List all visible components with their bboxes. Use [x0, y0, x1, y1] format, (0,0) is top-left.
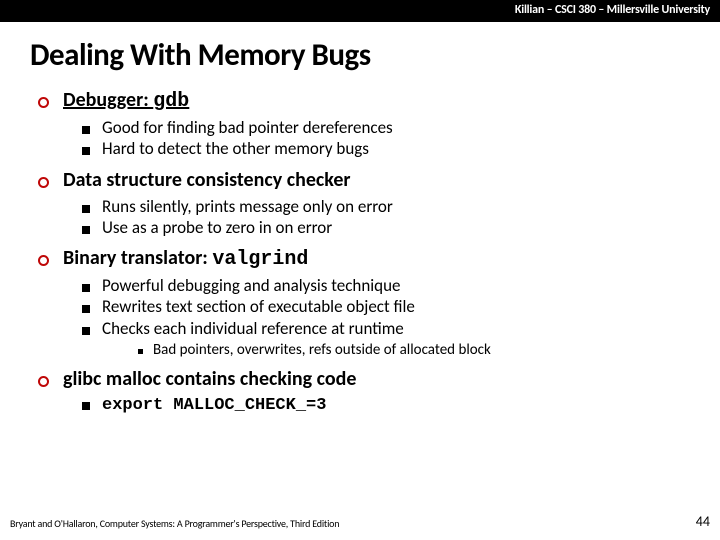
page-number: 44: [696, 513, 710, 530]
sub-list: export MALLOC_CHECK_=3: [38, 395, 690, 416]
sub-list: Runs silently, prints message only on er…: [38, 196, 690, 239]
sub-list: Powerful debugging and analysis techniqu…: [38, 275, 690, 359]
sub-item: export MALLOC_CHECK_=3: [82, 395, 690, 416]
subsub-list: Bad pointers, overwrites, refs outside o…: [102, 341, 690, 359]
small-square-bullet-icon: [138, 349, 143, 354]
bullet-list: Debugger: gdb Good for finding bad point…: [30, 88, 690, 416]
item-heading: Data structure consistency checker: [63, 168, 351, 192]
sub-item: Good for finding bad pointer dereference…: [82, 117, 690, 138]
list-item: glibc malloc contains checking code expo…: [38, 367, 690, 416]
slide-content: Dealing With Memory Bugs Debugger: gdb G…: [0, 22, 720, 416]
sub-item: Runs silently, prints message only on er…: [82, 196, 690, 217]
header-bar: Killian – CSCI 380 – Millersville Univer…: [0, 0, 720, 22]
item-heading: Binary translator: valgrind: [63, 246, 308, 271]
footer: Bryant and O'Hallaron, Computer Systems:…: [10, 513, 710, 530]
circle-bullet-icon: [38, 177, 49, 188]
square-bullet-icon: [82, 205, 90, 213]
list-item: Data structure consistency checker Runs …: [38, 168, 690, 239]
square-bullet-icon: [82, 226, 90, 234]
square-bullet-icon: [82, 327, 90, 335]
sub-item: Rewrites text section of executable obje…: [82, 296, 690, 317]
sub-item: Checks each individual reference at runt…: [82, 318, 690, 359]
subsub-item: Bad pointers, overwrites, refs outside o…: [138, 341, 690, 359]
list-item: Binary translator: valgrind Powerful deb…: [38, 246, 690, 359]
circle-bullet-icon: [38, 376, 49, 387]
square-bullet-icon: [82, 147, 90, 155]
item-heading: glibc malloc contains checking code: [63, 367, 356, 391]
list-item: Debugger: gdb Good for finding bad point…: [38, 88, 690, 160]
square-bullet-icon: [82, 305, 90, 313]
sub-item: Powerful debugging and analysis techniqu…: [82, 275, 690, 296]
slide-title: Dealing With Memory Bugs: [30, 36, 690, 74]
square-bullet-icon: [82, 284, 90, 292]
circle-bullet-icon: [38, 255, 49, 266]
sub-list: Good for finding bad pointer dereference…: [38, 117, 690, 160]
square-bullet-icon: [82, 402, 90, 410]
sub-item: Use as a probe to zero in on error: [82, 217, 690, 238]
footer-citation: Bryant and O'Hallaron, Computer Systems:…: [10, 517, 339, 530]
square-bullet-icon: [82, 126, 90, 134]
header-text: Killian – CSCI 380 – Millersville Univer…: [515, 3, 710, 17]
circle-bullet-icon: [38, 97, 49, 108]
item-heading: Debugger: gdb: [63, 88, 189, 113]
sub-item: Hard to detect the other memory bugs: [82, 138, 690, 159]
